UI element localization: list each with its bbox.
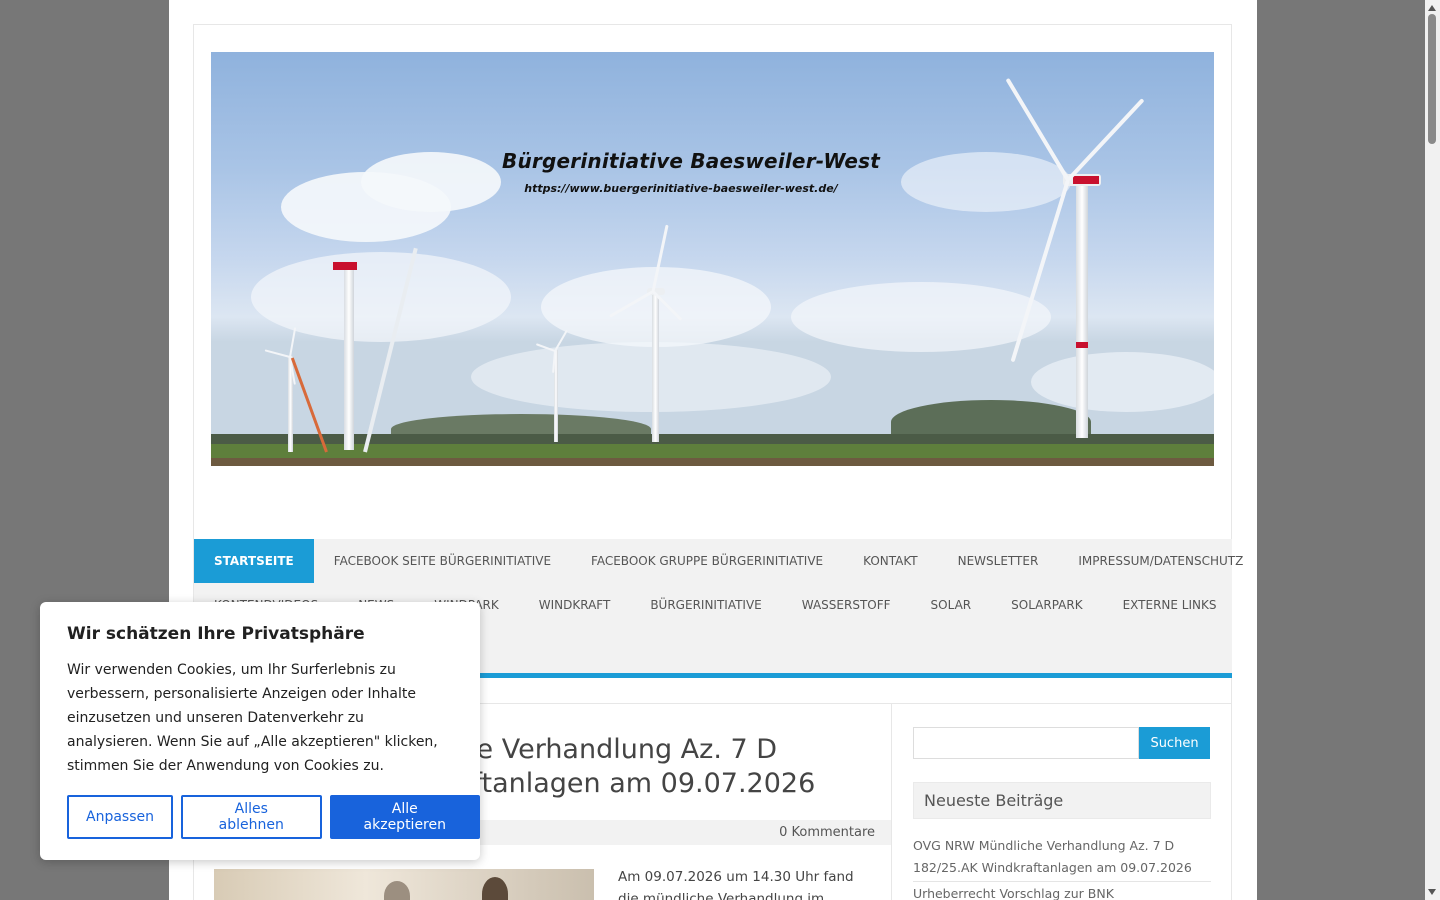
cloud-shape <box>901 152 1071 212</box>
turbine-blade <box>1066 98 1145 182</box>
cookie-title: Wir schätzen Ihre Privatsphäre <box>67 624 365 644</box>
cookie-consent-dialog: Wir schätzen Ihre Privatsphäre Wir verwe… <box>40 602 480 860</box>
nav-item-kontakt[interactable]: KONTAKT <box>843 539 938 583</box>
cloud-shape <box>251 252 511 342</box>
cookie-accept-button[interactable]: Alle akzeptieren <box>329 795 480 839</box>
nav-item-facebook-seite[interactable]: FACEBOOK SEITE BÜRGERINITIATIVE <box>314 539 571 583</box>
person-shape <box>482 877 508 900</box>
recent-posts-title: Neueste Beiträge <box>913 782 1211 819</box>
cookie-customize-button[interactable]: Anpassen <box>67 795 173 839</box>
turbine-band <box>1076 342 1088 348</box>
nav-item-solarpark[interactable]: SOLARPARK <box>991 583 1102 627</box>
recent-post-link[interactable]: Urheberrecht Vorschlag zur BNK Bedarfsge… <box>913 882 1211 900</box>
turbine-tower <box>652 292 659 442</box>
field-soil <box>211 458 1214 466</box>
cookie-text: Wir verwenden Cookies, um Ihr Surferlebn… <box>67 662 438 774</box>
tower-top <box>333 262 357 270</box>
turbine-blade <box>289 327 297 358</box>
cloud-shape <box>471 342 831 412</box>
cloud-shape <box>791 282 1051 352</box>
person-shape <box>384 881 410 900</box>
recent-posts-list: OVG NRW Mündliche Verhandlung Az. 7 D 18… <box>913 834 1211 900</box>
post-thumbnail-image[interactable] <box>214 869 594 900</box>
nav-item-externe-links[interactable]: EXTERNE LINKS <box>1103 583 1237 627</box>
recent-post-link[interactable]: OVG NRW Mündliche Verhandlung Az. 7 D 18… <box>913 834 1211 882</box>
cloud-shape <box>1031 352 1214 412</box>
header-banner-image[interactable]: Bürgerinitiative Baesweiler-West https:/… <box>211 52 1214 466</box>
banner-title: Bürgerinitiative Baesweiler-West <box>502 149 880 173</box>
comments-link[interactable]: 0 Kommentare <box>779 820 875 845</box>
search-input[interactable] <box>913 727 1139 759</box>
nav-row-1: STARTSEITE FACEBOOK SEITE BÜRGERINITIATI… <box>194 539 1257 583</box>
turbine-blade <box>264 349 291 358</box>
field-green <box>211 444 1214 458</box>
nav-item-windkraft[interactable]: WINDKRAFT <box>519 583 631 627</box>
cookie-buttons: Anpassen Alles ablehnen Alle akzeptieren <box>67 795 480 839</box>
construction-tower <box>344 264 354 450</box>
scroll-down-arrow-icon[interactable] <box>1428 889 1436 895</box>
nav-item-newsletter[interactable]: NEWSLETTER <box>938 539 1059 583</box>
nav-item-solar[interactable]: SOLAR <box>911 583 992 627</box>
turbine-band <box>1073 176 1099 184</box>
banner-url: https://www.buergerinitiative-baesweiler… <box>524 182 838 195</box>
nav-item-startseite[interactable]: STARTSEITE <box>194 539 314 583</box>
post-excerpt: Am 09.07.2026 um 14.30 Uhr fand die münd… <box>618 869 854 900</box>
turbine-tower <box>1076 180 1088 438</box>
scroll-up-arrow-icon[interactable] <box>1428 5 1436 11</box>
search-button[interactable]: Suchen <box>1139 727 1210 759</box>
cookie-reject-button[interactable]: Alles ablehnen <box>181 795 322 839</box>
nav-item-facebook-gruppe[interactable]: FACEBOOK GRUPPE BÜRGERINITIATIVE <box>571 539 843 583</box>
page-scrollbar[interactable] <box>1425 0 1440 900</box>
nav-item-buergerinitiative[interactable]: BÜRGERINITIATIVE <box>630 583 781 627</box>
scrollbar-thumb[interactable] <box>1428 14 1436 144</box>
nav-item-impressum[interactable]: IMPRESSUM/DATENSCHUTZ <box>1058 539 1257 583</box>
nav-item-wasserstoff[interactable]: WASSERSTOFF <box>782 583 911 627</box>
